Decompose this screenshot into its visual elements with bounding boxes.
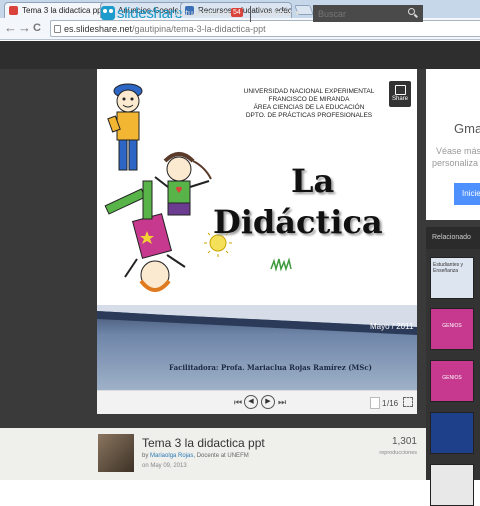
slideshare-logo-icon[interactable] xyxy=(101,6,115,20)
related-thumbnail[interactable]: GENIOS xyxy=(430,308,474,350)
related-thumbnail[interactable] xyxy=(430,412,474,454)
slide-facilitator: Facilitadora: Profa. Mariaclua Rojas Ram… xyxy=(169,363,372,372)
share-button[interactable]: Share xyxy=(389,81,411,107)
institution-header: UNIVERSIDAD NACIONAL EXPERIMENTAL FRANCI… xyxy=(209,88,409,120)
author-avatar[interactable] xyxy=(98,434,134,472)
tab-label: Tema 3 la didactica ppt xyxy=(22,6,104,15)
header-divider xyxy=(250,6,251,22)
institution-line: DPTO. DE PRÁCTICAS PROFESIONALES xyxy=(245,112,373,119)
url-domain: es.slideshare.net xyxy=(64,24,133,34)
player-controls: ⏮ ◀ ▶ ⏭ 1 /16 xyxy=(97,390,417,414)
related-thumbnail[interactable]: Estudiantes y Enseñanza xyxy=(430,257,474,299)
ad-title: Gmai xyxy=(454,121,480,136)
slide-band-shape xyxy=(97,305,417,335)
related-header: Relacionado xyxy=(426,227,480,249)
address-bar[interactable]: es.slideshare.net/gautipina/tema-3-la-di… xyxy=(50,20,480,37)
ad-text-line: Véase más p xyxy=(436,146,480,156)
url-path: /gautipina/tema-3-la-didactica-ppt xyxy=(132,24,266,34)
page-icon xyxy=(54,25,61,33)
boy-with-cap-drawing xyxy=(107,83,143,171)
search-input[interactable] xyxy=(313,5,423,22)
updates-link[interactable]: Actualizaciones xyxy=(175,8,238,18)
institution-line: UNIVERSIDAD NACIONAL EXPERIMENTAL xyxy=(243,88,375,95)
slideshare-header xyxy=(0,41,480,69)
slideshare-logo[interactable]: slideshare xyxy=(117,5,183,22)
current-page: 1 xyxy=(382,399,387,408)
forward-arrow-icon[interactable]: → xyxy=(18,21,31,35)
thumb-text: Estudiantes y Enseñanza xyxy=(433,262,464,274)
girl-with-pigtails-drawing xyxy=(154,152,212,216)
ad-text-line: personaliza xyxy=(432,158,479,168)
related-thumbnail[interactable] xyxy=(430,464,474,506)
ad-signin-button[interactable]: Inicie xyxy=(454,183,480,205)
grass-drawing xyxy=(270,257,292,272)
fullscreen-icon[interactable] xyxy=(403,397,413,407)
slide-viewer[interactable]: UNIVERSIDAD NACIONAL EXPERIMENTAL FRANCI… xyxy=(97,69,417,390)
thumb-text: GENIOS xyxy=(442,323,462,329)
slideshare-favicon-icon xyxy=(9,6,18,15)
related-thumbnail[interactable]: GENIOS xyxy=(430,360,474,402)
published-date: on May 09, 2013 xyxy=(142,463,187,469)
slide-title-line1: La xyxy=(291,162,335,200)
first-slide-icon[interactable]: ⏮ xyxy=(234,397,242,407)
slide-date: Mayo / 2011 xyxy=(370,322,414,331)
view-count: 1,301 xyxy=(391,436,417,447)
slide-footer-band xyxy=(97,305,417,390)
last-slide-icon[interactable]: ⏭ xyxy=(278,397,286,407)
by-prefix: by xyxy=(142,453,149,459)
slide-title-line2: Didáctica xyxy=(213,203,383,241)
search-icon[interactable] xyxy=(408,8,415,15)
author-role: , Docente at UNEFM xyxy=(193,453,249,459)
thumb-text: GENIOS xyxy=(442,375,462,381)
share-label: Share xyxy=(391,96,408,102)
explore-menu[interactable]: Explorar ▾ xyxy=(259,8,300,19)
page-number-input[interactable] xyxy=(370,397,380,409)
back-arrow-icon[interactable]: ← xyxy=(4,21,17,35)
total-pages: /16 xyxy=(387,399,399,408)
deck-title: Tema 3 la didactica ppt xyxy=(142,436,265,450)
previous-slide-button[interactable]: ◀ xyxy=(244,395,258,409)
next-slide-button[interactable]: ▶ xyxy=(261,395,275,409)
updates-count-badge: 54 xyxy=(231,8,243,17)
reload-icon[interactable]: C xyxy=(33,21,41,35)
view-count-label: reproducciones xyxy=(379,450,417,456)
institution-line: ÁREA CIENCIAS DE LA EDUCACIÓN xyxy=(253,104,365,111)
deck-byline: by Mariaolga Rojas, Docente at UNEFM xyxy=(142,453,249,459)
institution-line: FRANCISCO DE MIRANDA xyxy=(268,96,350,103)
author-link[interactable]: Mariaolga Rojas xyxy=(150,453,193,459)
